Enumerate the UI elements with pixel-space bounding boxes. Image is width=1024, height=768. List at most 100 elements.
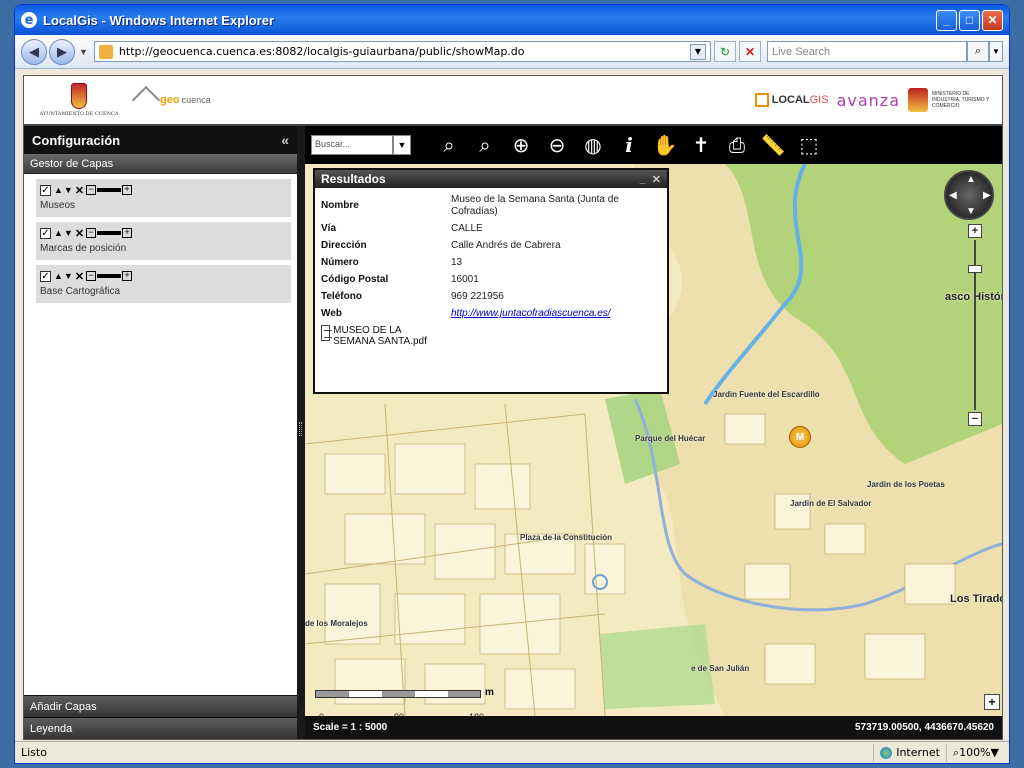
results-header: Resultados _ ✕ bbox=[315, 170, 667, 188]
move-down-icon[interactable]: ▼ bbox=[64, 228, 73, 238]
opacity-decrease-icon[interactable]: − bbox=[86, 228, 97, 238]
add-layers-button[interactable]: Añadir Capas bbox=[24, 695, 297, 717]
sidebar-splitter[interactable] bbox=[297, 126, 305, 739]
cuenca-text: cuenca bbox=[181, 95, 211, 105]
map-label: Parque del Huécar bbox=[635, 434, 706, 443]
layer-item-base: ✓ ▲ ▼ ✕ − + Base Cartográfica bbox=[36, 265, 291, 303]
url-dropdown-icon[interactable]: ▼ bbox=[690, 43, 706, 60]
opacity-slider[interactable] bbox=[97, 274, 122, 278]
forward-button[interactable]: ▶ bbox=[49, 38, 75, 65]
print-icon[interactable]: ⎙ bbox=[719, 130, 755, 160]
address-bar: ◀ ▶ ▼ http://geocuenca.cuenca.es:8082/lo… bbox=[15, 35, 1009, 69]
close-panel-button[interactable]: ✕ bbox=[652, 173, 661, 186]
zoom-level: 100% bbox=[959, 746, 991, 759]
map-label: de los Moralejos bbox=[305, 619, 368, 628]
results-title: Resultados bbox=[321, 172, 386, 186]
search-go-icon[interactable]: ⌕ bbox=[967, 41, 989, 62]
opacity-increase-icon[interactable]: + bbox=[122, 228, 133, 238]
pdf-attachment-link[interactable]: MUSEO DE LA SEMANA SANTA.pdf bbox=[321, 325, 431, 347]
opacity-slider[interactable] bbox=[97, 188, 122, 192]
zoom-out-icon[interactable]: ⌕ bbox=[467, 130, 503, 160]
minimize-button[interactable]: _ bbox=[936, 9, 957, 31]
remove-layer-icon[interactable]: ✕ bbox=[75, 227, 84, 240]
layer-visible-checkbox[interactable]: ✓ bbox=[40, 270, 51, 282]
measure-area-icon[interactable]: ⬚ bbox=[791, 130, 827, 160]
opacity-decrease-icon[interactable]: − bbox=[86, 185, 97, 195]
website-link[interactable]: http://www.juntacofradiascuenca.es/ bbox=[451, 308, 659, 320]
zoom-in-button[interactable]: + bbox=[968, 224, 982, 238]
field-key: Vía bbox=[321, 223, 337, 234]
map-label: Plaza de la Constitución bbox=[520, 533, 613, 542]
search-options-icon[interactable]: ▼ bbox=[989, 41, 1003, 62]
title-bar: e LocalGis - Windows Internet Explorer _… bbox=[15, 5, 1009, 35]
minimize-panel-button[interactable]: _ bbox=[640, 173, 646, 185]
window-title: LocalGis - Windows Internet Explorer bbox=[43, 12, 275, 28]
map-label: Jardin Fuente del Escardillo bbox=[713, 390, 820, 399]
ie-logo-icon: e bbox=[21, 12, 37, 28]
document-icon bbox=[321, 325, 333, 341]
history-dropdown-icon[interactable]: ▼ bbox=[79, 47, 88, 57]
move-up-icon[interactable]: ▲ bbox=[54, 228, 63, 238]
antenna-icon bbox=[131, 85, 161, 115]
pin-icon[interactable]: ✝ bbox=[683, 130, 719, 160]
opacity-increase-icon[interactable]: + bbox=[122, 271, 133, 281]
layer-visible-checkbox[interactable]: ✓ bbox=[40, 227, 51, 239]
map-label: Los Tiradores bbox=[950, 593, 1002, 605]
field-key: Web bbox=[321, 308, 342, 319]
zoom-box-out-icon[interactable]: ⊖ bbox=[539, 130, 575, 160]
pan-right-icon[interactable]: ▶ bbox=[983, 190, 991, 201]
move-down-icon[interactable]: ▼ bbox=[64, 271, 73, 281]
splitter-grip-icon[interactable] bbox=[299, 422, 302, 436]
url-input[interactable]: http://geocuenca.cuenca.es:8082/localgis… bbox=[93, 41, 711, 62]
layer-name: Base Cartográfica bbox=[40, 286, 121, 297]
globe-icon[interactable]: ◍ bbox=[575, 130, 611, 160]
opacity-increase-icon[interactable]: + bbox=[122, 185, 133, 195]
move-up-icon[interactable]: ▲ bbox=[54, 185, 63, 195]
map-search-dropdown-icon[interactable]: ▼ bbox=[393, 135, 411, 155]
stop-button[interactable]: ✕ bbox=[739, 41, 761, 62]
maximize-button[interactable]: □ bbox=[959, 9, 980, 31]
overview-map-toggle[interactable]: + bbox=[984, 694, 1000, 710]
map-search: Buscar... ▼ bbox=[311, 135, 411, 155]
live-search-input[interactable]: Live Search bbox=[767, 41, 967, 62]
move-up-icon[interactable]: ▲ bbox=[54, 271, 63, 281]
map-search-input[interactable]: Buscar... bbox=[311, 135, 393, 155]
zoom-track[interactable] bbox=[968, 240, 982, 410]
zoom-level-control[interactable]: ⌕ 100% ▼ bbox=[945, 743, 1005, 762]
security-zone[interactable]: Internet bbox=[873, 743, 946, 762]
remove-layer-icon[interactable]: ✕ bbox=[75, 184, 84, 197]
pan-up-icon[interactable]: ▲ bbox=[966, 174, 976, 185]
pan-down-icon[interactable]: ▼ bbox=[966, 206, 976, 217]
move-down-icon[interactable]: ▼ bbox=[64, 185, 73, 195]
pan-left-icon[interactable]: ◀ bbox=[949, 190, 957, 201]
field-row: Nombre Museo de la Semana Santa (Junta de… bbox=[321, 194, 659, 218]
zoom-handle[interactable] bbox=[968, 265, 982, 273]
opacity-slider[interactable] bbox=[97, 231, 122, 235]
museum-marker[interactable]: M bbox=[789, 426, 811, 448]
remove-layer-icon[interactable]: ✕ bbox=[75, 270, 84, 283]
search-icon[interactable]: ⌕ bbox=[431, 130, 467, 160]
close-window-button[interactable]: ✕ bbox=[982, 9, 1003, 31]
field-key: Código Postal bbox=[321, 274, 389, 285]
legend-button[interactable]: Leyenda bbox=[24, 717, 297, 739]
avanza-logo: avanza bbox=[836, 90, 900, 110]
info-icon[interactable]: i bbox=[611, 130, 647, 160]
layer-visible-checkbox[interactable]: ✓ bbox=[40, 184, 51, 196]
zoom-out-button[interactable]: − bbox=[968, 412, 982, 426]
zoom-box-in-icon[interactable]: ⊕ bbox=[503, 130, 539, 160]
pan-hand-icon[interactable]: ✋ bbox=[647, 130, 683, 160]
layer-manager-section[interactable]: Gestor de Capas bbox=[24, 154, 297, 174]
layer-item-museos: ✓ ▲ ▼ ✕ − + Museos bbox=[36, 179, 291, 217]
pan-control[interactable]: ▲ ▼ ◀ ▶ bbox=[944, 170, 994, 220]
zoom-slider[interactable]: + − bbox=[968, 224, 982, 434]
refresh-button[interactable]: ↻ bbox=[714, 41, 736, 62]
scale-bar-graphic bbox=[315, 690, 481, 698]
opacity-decrease-icon[interactable]: − bbox=[86, 271, 97, 281]
results-panel: Resultados _ ✕ Nombre Museo de la Semana … bbox=[313, 168, 669, 394]
sidebar-title: Configuración bbox=[32, 132, 121, 148]
ruler-icon[interactable]: 📏 bbox=[755, 130, 791, 160]
map-view[interactable]: asco Histórico Jardin Fuente del Escardi… bbox=[305, 164, 1002, 716]
collapse-sidebar-button[interactable]: « bbox=[281, 132, 289, 148]
geocuenca-logo: geo cuenca bbox=[131, 85, 211, 115]
back-button[interactable]: ◀ bbox=[21, 38, 47, 65]
